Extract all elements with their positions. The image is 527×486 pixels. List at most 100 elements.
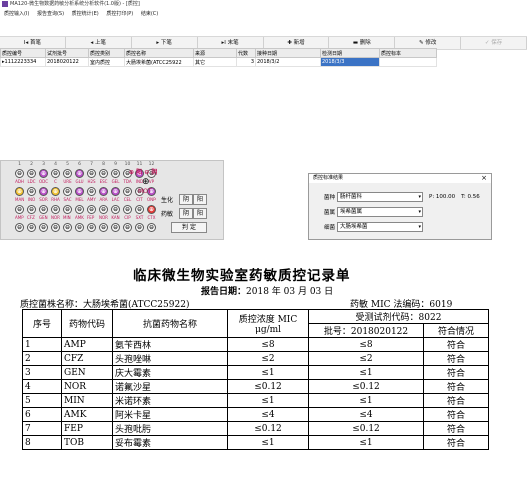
plate-well[interactable]: ⊖ bbox=[63, 187, 72, 196]
plate-well[interactable]: ⊖ bbox=[51, 169, 60, 178]
table-row: 7 FEP 头孢吡肟 ≤0.12 ≤0.12 符合 bbox=[22, 421, 489, 436]
column-header[interactable]: 试剂批号 bbox=[45, 48, 89, 58]
plate-well[interactable]: ⊕ bbox=[75, 187, 84, 196]
column-header[interactable]: 来源 bbox=[193, 48, 237, 58]
grid-cell[interactable]: 3 bbox=[236, 57, 256, 67]
plate-well[interactable]: ⊖ bbox=[123, 205, 132, 214]
grid-cell-selected[interactable]: 2018/3/3 bbox=[320, 57, 380, 67]
plate-well[interactable]: ⊖ bbox=[111, 223, 120, 232]
plate-well[interactable]: ⊕ bbox=[51, 187, 60, 196]
plate-well[interactable]: ⊖ bbox=[135, 223, 144, 232]
plate-well[interactable]: ⊖ bbox=[15, 223, 24, 232]
plate-well[interactable]: ⊖ bbox=[15, 205, 24, 214]
plate-well[interactable]: ⊖ bbox=[75, 205, 84, 214]
plate-well[interactable]: ⊖ bbox=[27, 205, 36, 214]
plate-well[interactable]: ⊖ bbox=[63, 223, 72, 232]
plate-well[interactable]: ⊖ bbox=[39, 223, 48, 232]
cell-drug-name: 诺氟沙星 bbox=[112, 379, 228, 394]
drug-pos-button[interactable]: 阳 bbox=[193, 208, 207, 219]
plate-well[interactable]: ⊖ bbox=[111, 169, 120, 178]
chevron-down-icon: ▾ bbox=[418, 209, 421, 215]
grid-cell[interactable]: 其它 bbox=[193, 57, 237, 67]
cell-code: MIN bbox=[61, 393, 113, 408]
menu-item-print[interactable]: 质控打印(P) bbox=[106, 11, 133, 17]
qc-record-grid: 质控编号 试剂批号 质控类别 质控名称 来源 代数 接种日期 检测日期 质控标本… bbox=[0, 48, 527, 67]
biochem-neg-button[interactable]: 阴 bbox=[179, 194, 193, 205]
plate-well-label: GEN 8 bbox=[39, 215, 48, 220]
plate-well[interactable]: ⊖ bbox=[147, 223, 156, 232]
qc-result-table: 序号 药物代码 抗菌药物名称 质控浓度 MIC μg/ml 受测试剂代码：802… bbox=[22, 309, 489, 450]
plate-well[interactable]: ⊖ bbox=[63, 205, 72, 214]
plate-well[interactable]: ⊕ bbox=[39, 169, 48, 178]
plate-well[interactable]: ⊖ bbox=[63, 169, 72, 178]
chevron-down-icon: ▾ bbox=[418, 224, 421, 230]
plate-well[interactable]: ⊖ bbox=[87, 223, 96, 232]
grid-cell[interactable]: 大肠埃希菌(ATCC25922 bbox=[124, 57, 194, 67]
table-row[interactable]: ▸1112223334 2018020122 室内质控 大肠埃希菌(ATCC25… bbox=[0, 57, 437, 67]
menu-item-query[interactable]: 报告查询(S) bbox=[37, 11, 64, 17]
plate-well[interactable]: ⊖ bbox=[99, 205, 108, 214]
plate-well[interactable]: ⊖ bbox=[75, 223, 84, 232]
column-header[interactable]: 检测日期 bbox=[320, 48, 380, 58]
plate-well[interactable]: ⊖ bbox=[99, 169, 108, 178]
plate-well[interactable]: ⊕ bbox=[15, 187, 24, 196]
report-date: 报告日期：2018 年 03 月 03 日 bbox=[201, 287, 334, 297]
close-icon[interactable]: × bbox=[481, 174, 487, 183]
plate-well[interactable]: ⊖ bbox=[87, 169, 96, 178]
cell-result: 符合 bbox=[423, 407, 489, 422]
cell-code: NOR bbox=[61, 379, 113, 394]
genus-select[interactable]: 埃希菌属 ▾ bbox=[337, 207, 423, 217]
menu-item-stats[interactable]: 质控统计(E) bbox=[72, 11, 99, 17]
app-icon bbox=[2, 1, 8, 7]
column-header[interactable]: 质控编号 bbox=[0, 48, 46, 58]
plate-well[interactable]: ⊖ bbox=[111, 205, 120, 214]
column-header[interactable]: 质控类别 bbox=[88, 48, 125, 58]
grid-cell[interactable]: 2018/3/2 bbox=[255, 57, 321, 67]
grid-cell[interactable]: 室内质控 bbox=[88, 57, 125, 67]
grid-cell[interactable]: ▸1112223334 bbox=[0, 57, 46, 67]
biochem-pos-button[interactable]: 阳 bbox=[193, 194, 207, 205]
cell-range: ≤1 bbox=[227, 393, 309, 408]
plate-well[interactable]: ⊖ bbox=[39, 205, 48, 214]
plate-well[interactable]: ⊖ bbox=[27, 223, 36, 232]
plate-well[interactable]: ⊖ bbox=[123, 223, 132, 232]
family-select[interactable]: 肠杆菌科 ▾ bbox=[337, 192, 423, 202]
drug-neg-button[interactable]: 阴 bbox=[179, 208, 193, 219]
header-batch: 批号：2018020122 bbox=[308, 323, 424, 338]
plate-well[interactable]: ⊖ bbox=[123, 187, 132, 196]
menu-item-input[interactable]: 质控输入(I) bbox=[4, 11, 29, 17]
plate-well[interactable]: ⊕ bbox=[111, 187, 120, 196]
plate-well[interactable]: ⊖ bbox=[87, 205, 96, 214]
mot-label: MOT bbox=[138, 188, 152, 195]
bacteria-select[interactable]: 大肠埃希菌 ▾ bbox=[337, 222, 423, 232]
cell-no: 6 bbox=[22, 407, 62, 422]
plate-well-row: ⊖ ⊖ ⊖ ⊖ ⊖ ⊖ ⊖ ⊖ ⊖ ⊖ ⊖ ⊖ bbox=[15, 223, 156, 232]
plate-well[interactable]: ⊕ bbox=[75, 169, 84, 178]
plate-well[interactable]: ⊖ bbox=[27, 169, 36, 178]
biochem-label: 生化 bbox=[161, 197, 174, 204]
grid-cell[interactable]: 2018020122 bbox=[45, 57, 89, 67]
plate-well-label: AMK 8 bbox=[75, 215, 84, 220]
plate-well[interactable]: ⊖ bbox=[51, 223, 60, 232]
judge-button[interactable]: 判 定 bbox=[171, 222, 207, 233]
plate-well[interactable]: ⊖ bbox=[135, 205, 144, 214]
column-header[interactable]: 质控名称 bbox=[124, 48, 194, 58]
plate-well[interactable]: ⊖ bbox=[51, 205, 60, 214]
header-no: 序号 bbox=[22, 309, 62, 338]
plate-well[interactable]: ⊕ bbox=[147, 205, 156, 214]
plate-well[interactable]: ⊖ bbox=[99, 223, 108, 232]
column-header[interactable]: 质控标本 bbox=[379, 48, 437, 58]
legend-pos-neg: ⊕ 阳 ⊖ 阴 bbox=[129, 169, 158, 176]
column-header[interactable]: 代数 bbox=[236, 48, 256, 58]
menu-item-exit[interactable]: 结束(C) bbox=[141, 11, 158, 17]
grid-cell[interactable] bbox=[379, 57, 437, 67]
plate-well[interactable]: ⊖ bbox=[87, 187, 96, 196]
plate-well[interactable]: ⊕ bbox=[99, 187, 108, 196]
plate-well[interactable]: ⊕ bbox=[39, 187, 48, 196]
cell-no: 8 bbox=[22, 435, 62, 450]
plate-well[interactable]: ⊖ bbox=[27, 187, 36, 196]
plate-well[interactable]: ⊖ bbox=[15, 169, 24, 178]
cell-value: ≤0.12 bbox=[308, 421, 424, 436]
cell-range: ≤1 bbox=[227, 365, 309, 380]
column-header[interactable]: 接种日期 bbox=[255, 48, 321, 58]
